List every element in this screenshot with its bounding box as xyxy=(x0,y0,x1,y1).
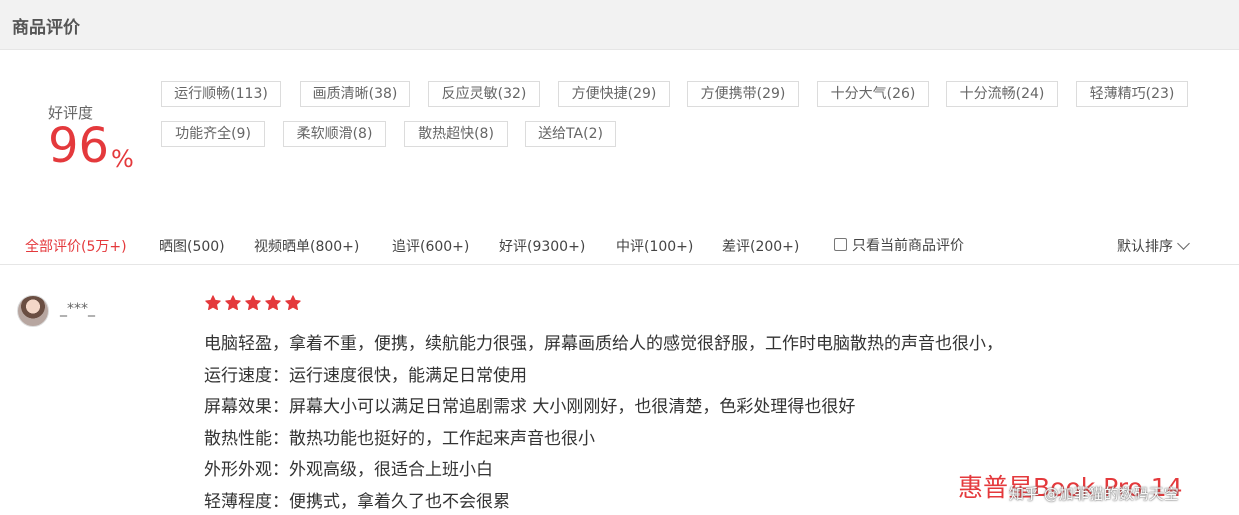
filter-neutral[interactable]: 中评(100+) xyxy=(616,236,693,256)
review-tag[interactable]: 散热超快(8) xyxy=(404,121,508,147)
sort-label: 默认排序 xyxy=(1117,239,1173,255)
section-header: 商品评价 xyxy=(0,0,1239,50)
review-tag[interactable]: 功能齐全(9) xyxy=(161,121,265,147)
review-line: 外形外观：外观高级，很适合上班小白 xyxy=(204,460,493,480)
rating-unit: % xyxy=(111,145,134,173)
review-line: 电脑轻盈，拿着不重，便携，续航能力很强，屏幕画质给人的感觉很舒服，工作时电脑散热… xyxy=(204,334,1003,354)
avatar[interactable] xyxy=(17,295,49,327)
review-tag[interactable]: 十分大气(26) xyxy=(817,81,929,107)
star-icon xyxy=(205,295,221,311)
filter-photos[interactable]: 晒图(500) xyxy=(159,236,225,256)
star-icon xyxy=(285,295,301,311)
username: _***_ xyxy=(60,301,95,317)
review-line: 屏幕效果：屏幕大小可以满足日常追剧需求 大小刚刚好，也很清楚，色彩处理得也很好 xyxy=(204,397,856,417)
filter-all[interactable]: 全部评价(5万+) xyxy=(25,236,127,256)
review-tag[interactable]: 画质清晰(38) xyxy=(300,81,410,107)
filter-videos[interactable]: 视频晒单(800+) xyxy=(254,236,359,256)
star-icon xyxy=(225,295,241,311)
filter-negative[interactable]: 差评(200+) xyxy=(722,236,799,256)
review-line: 轻薄程度：便携式，拿着久了也不会很累 xyxy=(204,492,510,512)
review-tag[interactable]: 轻薄精巧(23) xyxy=(1076,81,1188,107)
filter-positive[interactable]: 好评(9300+) xyxy=(499,236,585,256)
filter-followup[interactable]: 追评(600+) xyxy=(392,236,469,256)
review-tag[interactable]: 柔软顺滑(8) xyxy=(283,121,386,147)
chevron-down-icon xyxy=(1177,237,1190,250)
checkbox-box[interactable] xyxy=(834,238,847,251)
only-current-label: 只看当前商品评价 xyxy=(852,238,964,254)
source-watermark: 知乎 @加菲猫的数码天空 xyxy=(1009,485,1179,503)
section-title: 商品评价 xyxy=(12,18,80,38)
review-tag[interactable]: 方便快捷(29) xyxy=(558,81,670,107)
review-filter-bar: 全部评价(5万+) 晒图(500) 视频晒单(800+) 追评(600+) 好评… xyxy=(0,224,1239,265)
review-tag[interactable]: 方便携带(29) xyxy=(687,81,799,107)
rating-value: 96 xyxy=(48,118,110,174)
review-line: 散热性能：散热功能也挺好的，工作起来声音也很小 xyxy=(204,429,595,449)
review-tag[interactable]: 送给TA(2) xyxy=(525,121,616,147)
star-icon xyxy=(265,295,281,311)
star-icon xyxy=(245,295,261,311)
review-tag[interactable]: 反应灵敏(32) xyxy=(428,81,540,107)
only-current-product-checkbox[interactable]: 只看当前商品评价 xyxy=(834,235,964,255)
sort-dropdown[interactable]: 默认排序 xyxy=(1117,236,1190,256)
review-tag[interactable]: 运行顺畅(113) xyxy=(161,81,281,107)
review-tag[interactable]: 十分流畅(24) xyxy=(946,81,1058,107)
review-line: 运行速度：运行速度很快，能满足日常使用 xyxy=(204,366,527,386)
